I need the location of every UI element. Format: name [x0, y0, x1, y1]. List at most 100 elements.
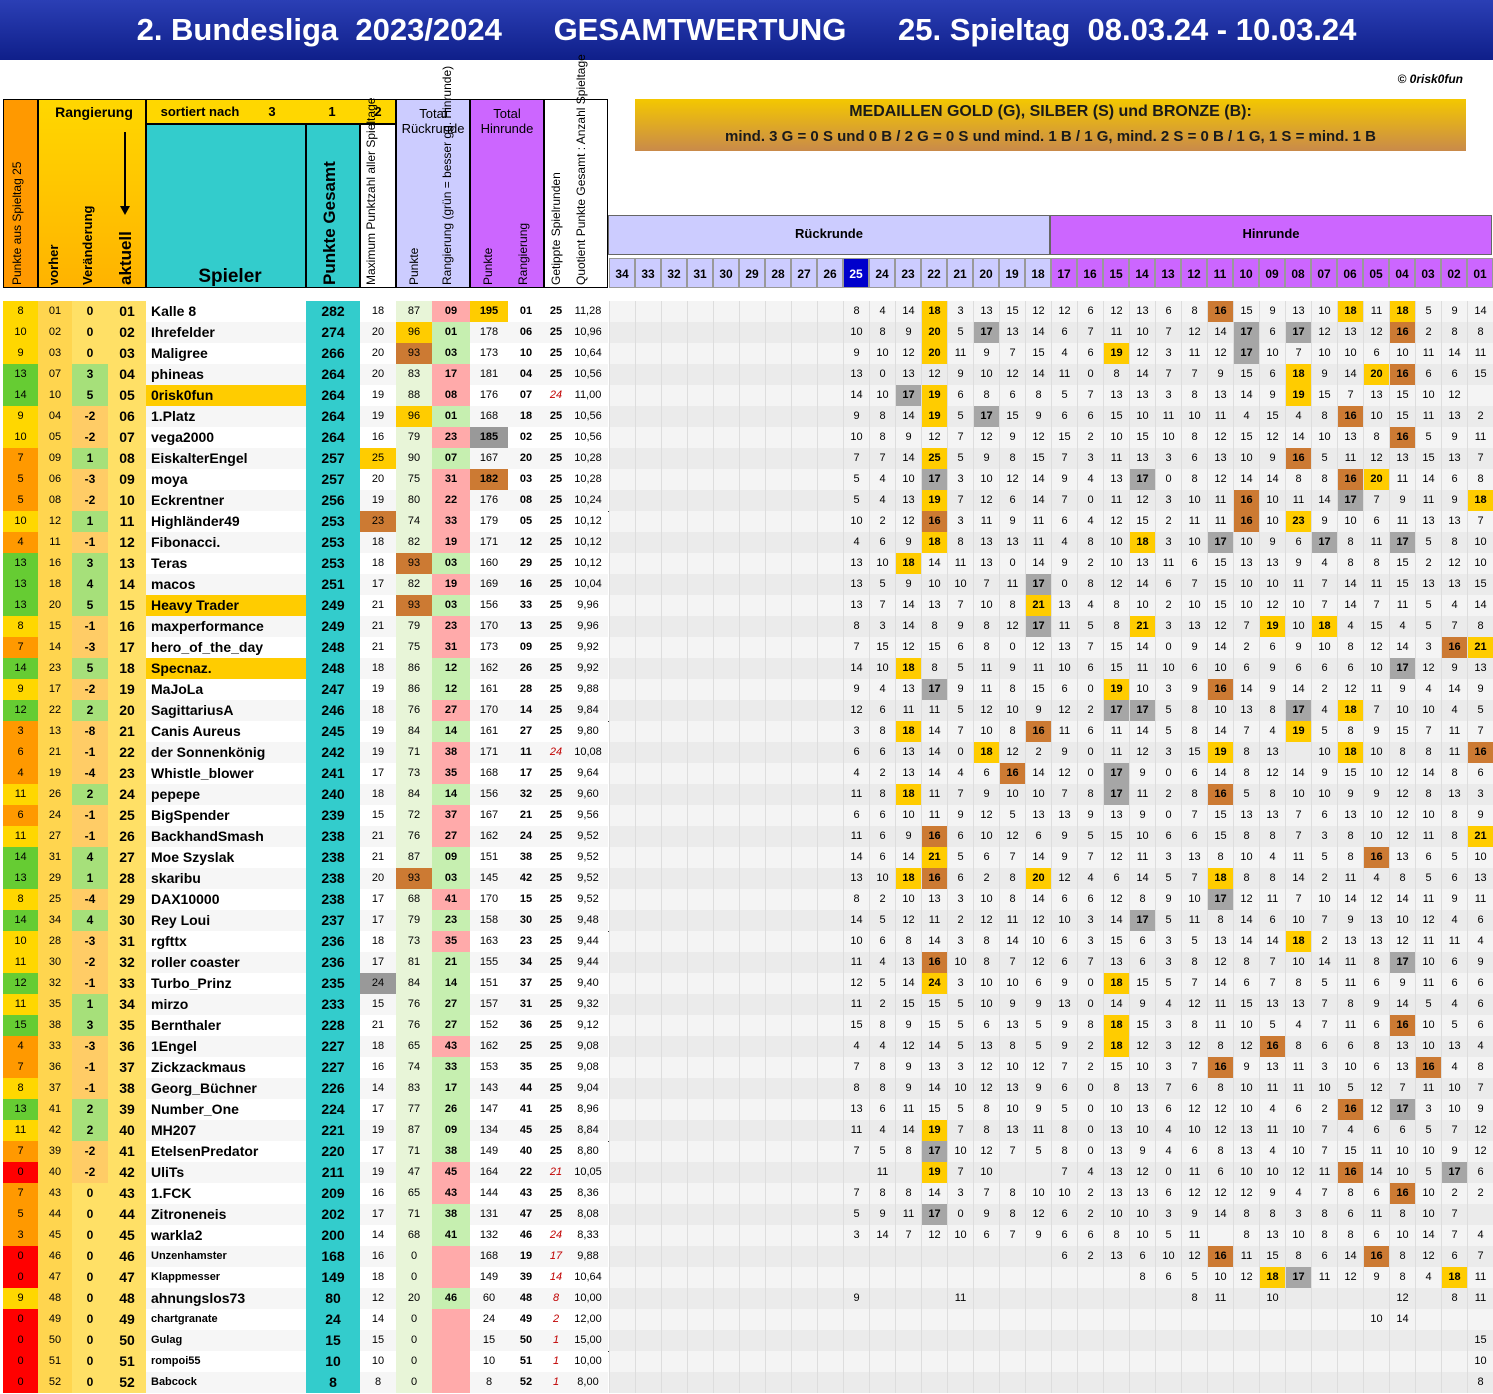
rueck-day-20: 11 — [973, 679, 999, 700]
rueck-day-18: 14 — [1025, 490, 1051, 511]
points-matchday: 4 — [3, 763, 38, 784]
hin-rank: 07 — [508, 385, 544, 406]
rueck-day-30 — [713, 868, 739, 889]
rueck-rank: 23 — [432, 616, 470, 637]
hin-day-14: 14 — [1129, 637, 1155, 658]
hin-day-08: 7 — [1285, 805, 1311, 826]
rueck-day-34 — [609, 1204, 635, 1225]
hin-points: 163 — [470, 931, 508, 952]
hin-day-08: 17 — [1285, 322, 1311, 343]
rueck-day-30 — [713, 490, 739, 511]
played-rounds: 25 — [544, 1183, 568, 1204]
hin-day-11: 6 — [1207, 1162, 1233, 1183]
day-header-31: 31 — [687, 258, 713, 288]
hin-day-04: 8 — [1389, 742, 1415, 763]
hin-rank: 34 — [508, 952, 544, 973]
rueck-day-29 — [739, 1288, 765, 1309]
rank-current: 27 — [108, 847, 146, 868]
hin-day-17: 12 — [1051, 301, 1077, 322]
rueck-day-21: 7 — [947, 427, 973, 448]
max-points: 21 — [360, 616, 396, 637]
rueck-day-29 — [739, 658, 765, 679]
hin-day-07: 5 — [1311, 721, 1337, 742]
hin-day-03: 14 — [1415, 1225, 1441, 1246]
rueck-day-24: 10 — [869, 553, 895, 574]
hin-day-06: 17 — [1337, 490, 1363, 511]
rueck-day-28 — [765, 1330, 791, 1351]
rueck-day-27 — [791, 385, 817, 406]
rueck-day-23 — [895, 1309, 921, 1330]
hin-day-14: 13 — [1129, 1183, 1155, 1204]
points-total: 247 — [306, 679, 360, 700]
hin-day-09 — [1259, 1372, 1285, 1393]
quotient: 9,80 — [568, 721, 608, 742]
page-title: 2. Bundesliga 2023/2024 GESAMTWERTUNG 25… — [0, 0, 1493, 60]
hin-day-12: 13 — [1181, 847, 1207, 868]
hin-day-17: 5 — [1051, 1099, 1077, 1120]
rueck-day-29 — [739, 910, 765, 931]
rueck-points: 93 — [396, 868, 432, 889]
played-rounds: 25 — [544, 616, 568, 637]
hin-day-04: 4 — [1389, 616, 1415, 637]
hin-day-02: 9 — [1441, 427, 1467, 448]
hin-day-07: 5 — [1311, 973, 1337, 994]
rank-change: -8 — [72, 721, 108, 742]
points-matchday: 12 — [3, 973, 38, 994]
rueck-day-28 — [765, 1057, 791, 1078]
hin-day-03: 14 — [1415, 469, 1441, 490]
rank-previous: 20 — [38, 595, 72, 616]
hin-day-06: 8 — [1337, 721, 1363, 742]
rueck-day-27 — [791, 637, 817, 658]
rueck-day-28 — [765, 826, 791, 847]
hin-day-06: 15 — [1337, 1141, 1363, 1162]
rank-change: -2 — [72, 679, 108, 700]
hin-day-02: 13 — [1441, 511, 1467, 532]
rank-previous: 08 — [38, 490, 72, 511]
hin-day-04: 16 — [1389, 1015, 1415, 1036]
rank-previous: 28 — [38, 931, 72, 952]
rueck-day-34 — [609, 448, 635, 469]
rueck-day-20: 8 — [973, 1099, 999, 1120]
hin-day-09 — [1259, 1351, 1285, 1372]
rueck-day-27 — [791, 532, 817, 553]
rueck-day-32 — [661, 784, 687, 805]
rueck-day-18 — [1025, 1246, 1051, 1267]
rueck-day-22: 20 — [921, 343, 947, 364]
hin-rank: 01 — [508, 301, 544, 322]
rueck-day-34 — [609, 1288, 635, 1309]
rueck-day-22: 13 — [921, 1057, 947, 1078]
day-header-12: 12 — [1181, 258, 1207, 288]
hin-day-14 — [1129, 1288, 1155, 1309]
points-matchday: 9 — [3, 1288, 38, 1309]
hin-day-01: 9 — [1467, 805, 1493, 826]
quotient: 9,96 — [568, 595, 608, 616]
hin-day-13: 5 — [1155, 973, 1181, 994]
day-header-18: 18 — [1025, 258, 1051, 288]
table-row: 9 03 0 03 Maligree 266 20 93 03 173 10 25 10,64 9 10 12… — [0, 343, 1493, 364]
rueck-day-31 — [687, 1330, 713, 1351]
rueck-day-30 — [713, 721, 739, 742]
rueck-day-25: 13 — [843, 595, 869, 616]
player-name: skaribu — [146, 868, 306, 889]
rueck-day-22: 16 — [921, 511, 947, 532]
rueck-day-28 — [765, 595, 791, 616]
rueck-day-31 — [687, 700, 713, 721]
hin-day-05: 9 — [1363, 1267, 1389, 1288]
rueck-day-23: 9 — [895, 427, 921, 448]
rueck-day-25: 5 — [843, 1204, 869, 1225]
quotient: 9,92 — [568, 658, 608, 679]
hin-day-02: 8 — [1441, 805, 1467, 826]
rueck-day-29 — [739, 385, 765, 406]
player-name: UliTs — [146, 1162, 306, 1183]
rueck-day-18: 10 — [1025, 1183, 1051, 1204]
rueck-day-32 — [661, 1246, 687, 1267]
rueck-day-27 — [791, 658, 817, 679]
hin-day-06: 14 — [1337, 1246, 1363, 1267]
rueck-day-29 — [739, 1120, 765, 1141]
hin-points: 143 — [470, 1078, 508, 1099]
hin-day-11: 12 — [1207, 469, 1233, 490]
rueck-day-29 — [739, 847, 765, 868]
rueck-day-24: 11 — [869, 1162, 895, 1183]
hin-day-10: 8 — [1233, 1225, 1259, 1246]
hin-points: 168 — [470, 763, 508, 784]
